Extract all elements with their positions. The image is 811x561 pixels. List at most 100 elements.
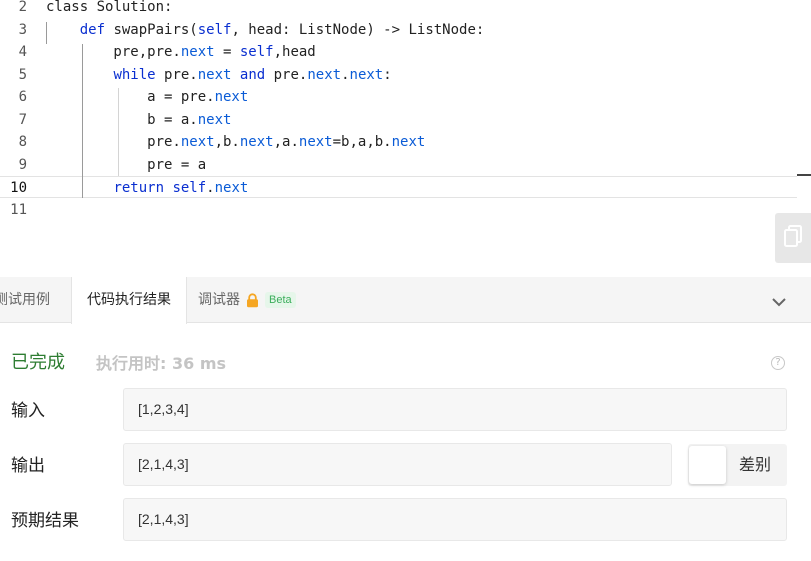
code-line[interactable]: 8 pre.next,b.next,a.next=b,a,b.next bbox=[0, 131, 797, 153]
code-token: . bbox=[341, 66, 350, 83]
code-text: return self.next bbox=[46, 177, 248, 199]
line-number: 7 bbox=[18, 111, 27, 128]
tab-debugger[interactable]: 调试器 Beta bbox=[198, 277, 308, 323]
code-token: next bbox=[197, 66, 232, 83]
line-number: 2 bbox=[18, 0, 27, 15]
code-line[interactable]: 4 pre,pre.next = self,head bbox=[0, 41, 797, 63]
code-line[interactable]: 11 bbox=[0, 199, 797, 221]
code-token: ,head bbox=[273, 44, 316, 60]
collapse-console-button[interactable] bbox=[768, 290, 790, 312]
code-token: self bbox=[197, 21, 232, 38]
code-text: pre = a bbox=[46, 154, 206, 176]
code-token: swapPairs( bbox=[105, 21, 198, 38]
runtime-info: 执行用时: 36 ms bbox=[96, 352, 226, 376]
diff-checkbox[interactable] bbox=[689, 446, 726, 484]
line-number: 3 bbox=[18, 21, 27, 38]
code-token: class bbox=[46, 0, 89, 15]
code-text: class Solution: bbox=[46, 0, 172, 18]
code-token: ,b. bbox=[214, 134, 240, 150]
chevron-down-icon bbox=[771, 292, 787, 311]
code-line[interactable]: 9 pre = a bbox=[0, 154, 797, 176]
code-line[interactable]: 10 return self.next bbox=[0, 176, 797, 198]
code-token: def bbox=[79, 21, 106, 38]
copy-code-button[interactable] bbox=[775, 213, 811, 263]
code-editor[interactable]: 2 class Solution: 3 def swapPairs(self, he… bbox=[0, 0, 811, 276]
code-token: ,a. bbox=[273, 134, 299, 150]
code-text: while pre.next and pre.next.next: bbox=[46, 64, 392, 86]
code-token: pre. bbox=[155, 66, 198, 83]
indent-guide bbox=[82, 44, 83, 198]
indent-guide bbox=[46, 22, 47, 44]
code-token: = bbox=[214, 44, 240, 60]
code-token: a = pre. bbox=[46, 89, 215, 105]
line-number: 11 bbox=[10, 201, 27, 218]
code-token: Solution: bbox=[88, 0, 173, 15]
code-token: pre,pre. bbox=[46, 44, 181, 60]
indent-guide bbox=[118, 88, 119, 176]
code-token: pre = a bbox=[46, 156, 207, 173]
code-line[interactable]: 7 b = a.next bbox=[0, 109, 797, 131]
code-token: next bbox=[180, 134, 215, 150]
tab-test-case[interactable]: 测试用例 bbox=[0, 277, 60, 323]
code-text: pre.next,b.next,a.next=b,a,b.next bbox=[46, 131, 425, 153]
code-token: pre. bbox=[46, 134, 181, 150]
code-line[interactable]: 2 class Solution: bbox=[0, 0, 797, 18]
line-number: 9 bbox=[18, 156, 27, 173]
code-token: b = a. bbox=[46, 111, 198, 128]
code-token: . bbox=[206, 180, 215, 196]
copy-icon bbox=[784, 225, 802, 251]
output-label: 输出 bbox=[11, 456, 45, 476]
runtime-value: 36 ms bbox=[171, 354, 227, 373]
output-value-box: [2,1,4,3] bbox=[123, 443, 672, 486]
code-text: a = pre.next bbox=[46, 86, 248, 108]
diff-label: 差别 bbox=[739, 455, 772, 474]
code-token: : bbox=[383, 66, 392, 83]
code-token: next bbox=[180, 44, 215, 60]
code-line[interactable]: 5 while pre.next and pre.next.next: bbox=[0, 64, 797, 86]
code-token: , head: ListNode) -> ListNode: bbox=[231, 21, 485, 38]
run-status: 已完成 bbox=[11, 352, 65, 373]
beta-badge: Beta bbox=[265, 292, 296, 308]
code-token: next bbox=[214, 180, 249, 196]
expected-value-box: [2,1,4,3] bbox=[123, 498, 787, 541]
scrollbar-position-marker bbox=[797, 174, 811, 176]
code-text: b = a.next bbox=[46, 109, 231, 131]
tab-debugger-label: 调试器 bbox=[198, 292, 240, 308]
code-line[interactable]: 6 a = pre.next bbox=[0, 86, 797, 108]
code-token: next bbox=[298, 134, 333, 150]
code-token: return bbox=[113, 180, 165, 196]
code-token: next bbox=[391, 134, 426, 150]
code-token: next bbox=[239, 134, 274, 150]
lock-icon bbox=[246, 292, 259, 308]
code-token: pre. bbox=[265, 66, 308, 83]
code-token: next bbox=[197, 111, 232, 128]
code-token: next bbox=[307, 66, 342, 83]
line-number: 4 bbox=[18, 44, 27, 60]
input-value-box: [1,2,3,4] bbox=[123, 388, 787, 431]
code-token: while bbox=[113, 66, 156, 83]
line-number: 8 bbox=[18, 134, 27, 150]
line-number: 5 bbox=[18, 66, 27, 83]
code-text: pre,pre.next = self,head bbox=[46, 41, 316, 63]
runtime-label: 执行用时: bbox=[96, 354, 167, 373]
line-number: 6 bbox=[18, 89, 27, 105]
code-token: self bbox=[172, 180, 207, 196]
line-number: 10 bbox=[10, 180, 27, 196]
input-label: 输入 bbox=[11, 401, 45, 421]
diff-toggle[interactable]: 差别 bbox=[688, 444, 787, 486]
help-icon[interactable]: ? bbox=[771, 356, 785, 370]
code-token: and bbox=[239, 66, 266, 83]
code-line[interactable]: 3 def swapPairs(self, head: ListNode) ->… bbox=[0, 19, 797, 41]
code-token: =b,a,b. bbox=[332, 134, 392, 150]
code-token: self bbox=[239, 44, 274, 60]
code-token: next bbox=[349, 66, 384, 83]
tab-code-result[interactable]: 代码执行结果 bbox=[71, 277, 187, 324]
code-text: def swapPairs(self, head: ListNode) -> L… bbox=[46, 19, 485, 41]
console-tab-bar: 测试用例 代码执行结果 调试器 Beta bbox=[0, 277, 811, 324]
expected-label: 预期结果 bbox=[11, 511, 79, 531]
code-token: next bbox=[214, 89, 249, 105]
